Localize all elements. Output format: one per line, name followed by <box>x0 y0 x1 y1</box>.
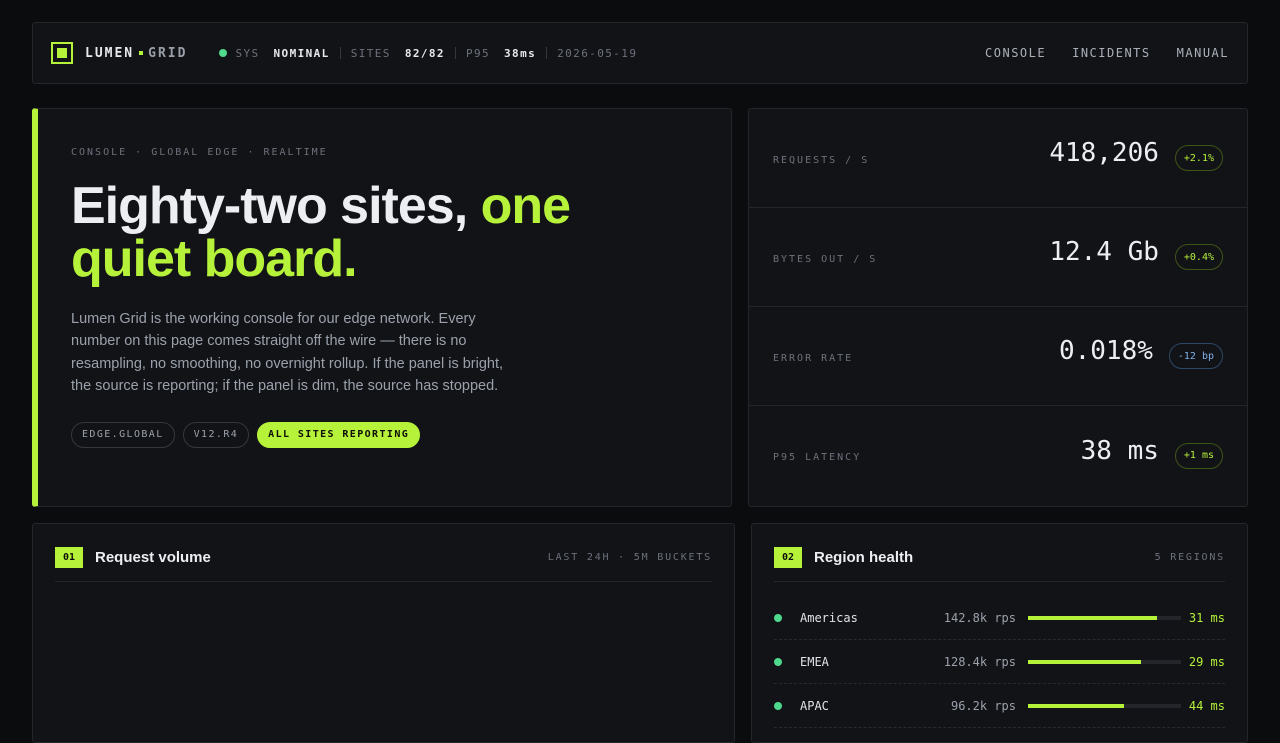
region-latency: 31 ms <box>1188 610 1225 625</box>
chip-all-sites-reporting[interactable]: ALL SITES REPORTING <box>257 421 421 448</box>
sites-value: 82/82 <box>404 46 445 60</box>
request-volume-panel: 01 Request volume LAST 24H · 5M BUCKETS <box>32 523 735 743</box>
p95-label: P95 <box>465 46 491 60</box>
metric-value: 0.018% <box>1058 336 1153 366</box>
sites-label: SITES <box>350 46 391 60</box>
region-rps: 142.8k rps <box>943 610 1016 625</box>
region-rps: 128.4k rps <box>943 654 1016 669</box>
panel-title: Region health <box>814 548 914 566</box>
region-load-fill <box>1028 615 1157 620</box>
logo-icon[interactable] <box>51 42 73 64</box>
region-name: Americas <box>800 610 858 625</box>
panel-title: Request volume <box>95 548 211 566</box>
region-row[interactable]: APAC 96.2k rps 44 ms <box>774 684 1225 728</box>
hero-kicker: CONSOLE · GLOBAL EDGE · REALTIME <box>71 147 328 158</box>
main-nav: CONSOLE INCIDENTS MANUAL <box>985 46 1229 60</box>
divider <box>454 47 456 59</box>
metric-error-rate: ERROR RATE 0.018% -12 bp <box>749 307 1247 406</box>
divider <box>774 581 1225 582</box>
hero-chips: EDGE.GLOBAL V12.R4 ALL SITES REPORTING <box>71 421 731 448</box>
system-status: SYS NOMINAL SITES 82/82 P95 38ms 2026-05… <box>219 47 637 60</box>
region-latency: 29 ms <box>1188 654 1225 669</box>
top-bar: LUMEN GRID SYS NOMINAL SITES 82/82 P95 3… <box>32 22 1248 84</box>
region-name: APAC <box>800 698 829 713</box>
divider <box>339 47 341 59</box>
region-load-fill <box>1028 703 1125 708</box>
region-latency: 44 ms <box>1188 698 1225 713</box>
panel-meta: LAST 24H · 5M BUCKETS <box>547 551 712 563</box>
metric-p95-latency: P95 LATENCY 38 ms +1 ms <box>749 406 1247 505</box>
region-row[interactable]: Americas 142.8k rps 31 ms <box>774 596 1225 640</box>
nav-manual[interactable]: MANUAL <box>1177 46 1229 60</box>
request-volume-chart-area <box>55 582 712 722</box>
chip-version[interactable]: V12.R4 <box>182 421 250 448</box>
panel-header: 01 Request volume LAST 24H · 5M BUCKETS <box>55 546 712 568</box>
hero-headline: Eighty-two sites, one quiet board. <box>71 180 671 286</box>
brand-dot-icon <box>139 51 144 55</box>
metrics-panel: REQUESTS / S 418,206 +2.1% BYTES OUT / S… <box>748 108 1248 507</box>
brand-name: LUMEN <box>85 45 135 61</box>
region-load-bar <box>1028 703 1181 708</box>
metric-delta-badge: +2.1% <box>1174 145 1223 171</box>
metric-delta-badge: -12 bp <box>1168 343 1223 369</box>
region-rps: 96.2k rps <box>950 698 1016 713</box>
headline-plain: Eighty-two sites, <box>71 177 481 235</box>
region-load-bar <box>1028 659 1181 664</box>
metric-label: REQUESTS / S <box>773 154 870 166</box>
metric-value: 418,206 <box>1049 138 1159 168</box>
brand-name-secondary: GRID <box>148 45 188 61</box>
brand[interactable]: LUMEN GRID <box>85 46 187 61</box>
panel-meta: 5 REGIONS <box>1154 551 1225 563</box>
metric-value: 38 ms <box>1080 435 1159 466</box>
sys-value: NOMINAL <box>273 46 330 60</box>
metric-delta-badge: +0.4% <box>1174 244 1223 270</box>
status-dot-icon <box>774 701 782 710</box>
metric-requests: REQUESTS / S 418,206 +2.1% <box>749 109 1247 208</box>
hero-lede: Lumen Grid is the working console for ou… <box>71 311 504 395</box>
region-load-bar <box>1028 615 1181 620</box>
chip-edge-global[interactable]: EDGE.GLOBAL <box>71 421 175 448</box>
divider <box>546 47 548 59</box>
metric-label: ERROR RATE <box>773 352 854 364</box>
region-list: Americas 142.8k rps 31 ms EMEA 128.4k rp… <box>774 596 1225 728</box>
status-dot-icon <box>219 49 228 57</box>
region-health-panel: 02 Region health 5 REGIONS Americas 142.… <box>751 523 1248 743</box>
metric-label: P95 LATENCY <box>773 452 862 463</box>
panel-number-badge: 02 <box>774 546 802 568</box>
region-name: EMEA <box>800 654 829 669</box>
p95-value: 38ms <box>504 46 537 60</box>
nav-console[interactable]: CONSOLE <box>985 46 1046 60</box>
sys-label: SYS <box>235 46 260 60</box>
nav-incidents[interactable]: INCIDENTS <box>1072 46 1151 60</box>
metric-bytes-out: BYTES OUT / S 12.4 Gb +0.4% <box>749 208 1247 307</box>
metric-value: 12.4 Gb <box>1049 237 1159 267</box>
status-dot-icon <box>774 613 782 622</box>
region-row[interactable]: EMEA 128.4k rps 29 ms <box>774 640 1225 684</box>
hero-panel: CONSOLE · GLOBAL EDGE · REALTIME Eighty-… <box>32 108 732 507</box>
metric-delta-badge: +1 ms <box>1174 442 1223 469</box>
status-date: 2026-05-19 <box>557 46 638 60</box>
panel-number-badge: 01 <box>55 546 83 568</box>
panel-header: 02 Region health 5 REGIONS <box>774 546 1225 568</box>
status-dot-icon <box>774 657 782 666</box>
metric-label: BYTES OUT / S <box>773 253 878 265</box>
region-load-fill <box>1028 659 1142 664</box>
